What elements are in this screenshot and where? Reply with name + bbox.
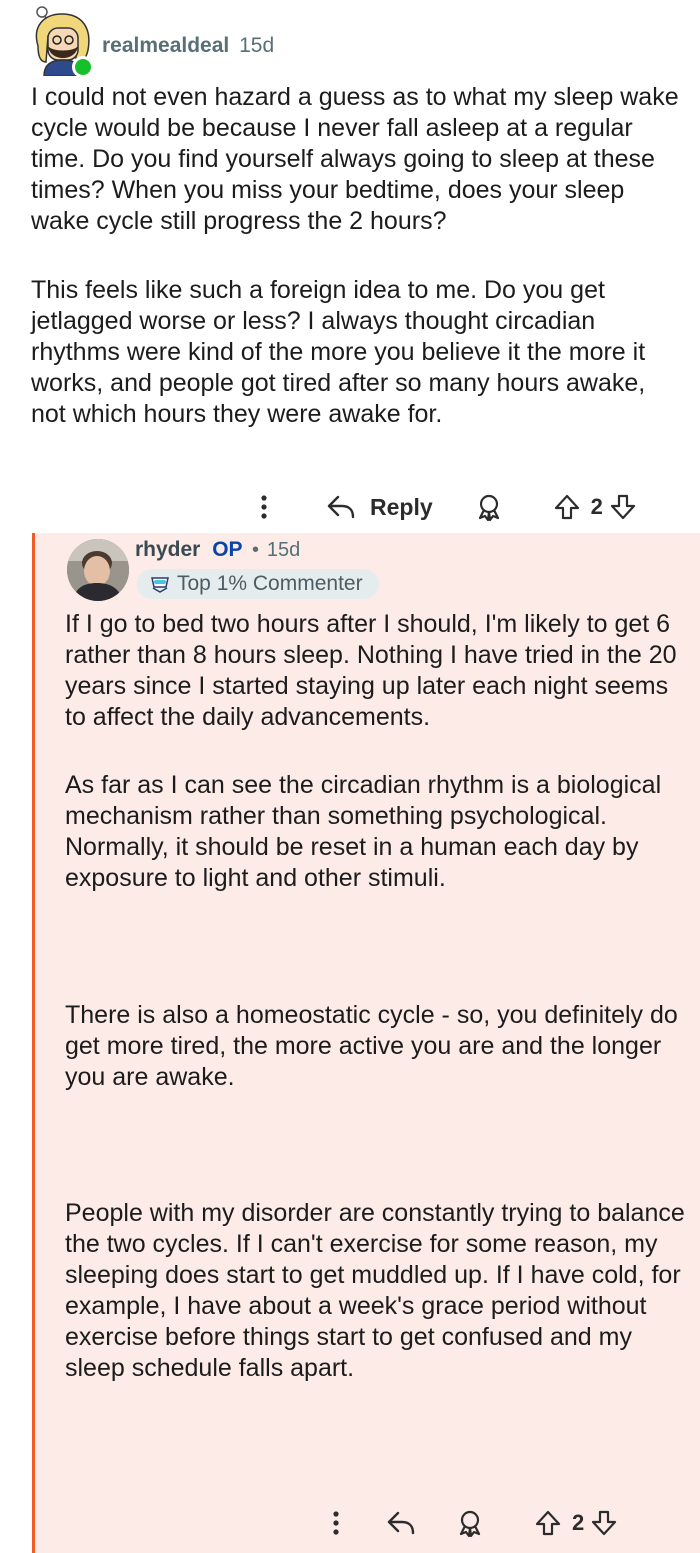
comment-action-bar: Reply 2	[250, 487, 637, 527]
comment-timestamp: 15d	[266, 539, 301, 561]
reply-button[interactable]: Reply	[326, 494, 433, 521]
more-vertical-icon	[261, 495, 267, 519]
author-username[interactable]: rhyder	[135, 538, 200, 561]
flair-label: Top 1% Commenter	[177, 572, 363, 595]
upvote-arrow-icon	[535, 1510, 561, 1536]
downvote-button[interactable]	[609, 493, 637, 521]
reply-arrow-icon	[327, 495, 355, 519]
comment-body: If I go to bed two hours after I should,…	[65, 609, 685, 1384]
comment-paragraph: As far as I can see the circadian rhythm…	[65, 771, 662, 892]
downvote-button[interactable]	[590, 1509, 618, 1537]
award-button[interactable]	[475, 493, 503, 521]
avatar[interactable]	[67, 539, 129, 601]
user-flair: Top 1% Commenter	[137, 569, 379, 599]
more-options-button[interactable]	[322, 1510, 350, 1536]
downvote-arrow-icon	[592, 1510, 617, 1536]
reply-label: Reply	[370, 493, 433, 520]
upvote-button[interactable]	[553, 493, 581, 521]
author-line: rhyder OP • 15d	[135, 538, 300, 562]
downvote-arrow-icon	[610, 494, 635, 520]
comment-body: I could not even hazard a guess as to wh…	[31, 82, 681, 468]
reply-button[interactable]	[386, 1510, 416, 1536]
op-badge: OP	[212, 538, 243, 561]
award-icon	[459, 1510, 481, 1537]
comment-paragraph: There is also a homeostatic cycle - so, …	[65, 1001, 678, 1091]
author-username[interactable]: realmealdeal	[102, 34, 229, 57]
comment-paragraph: People with my disorder are constantly t…	[65, 1199, 685, 1382]
comment-thread: realmealdeal 15d I could not even hazard…	[0, 0, 700, 1553]
vote-count: 2	[590, 494, 603, 519]
award-button[interactable]	[456, 1509, 484, 1537]
comment-paragraph: This feels like such a foreign idea to m…	[31, 276, 646, 428]
comment-paragraph: I could not even hazard a guess as to wh…	[31, 83, 679, 235]
upvote-arrow-icon	[554, 494, 579, 520]
upvote-button[interactable]	[534, 1509, 562, 1537]
more-vertical-icon	[333, 1511, 339, 1535]
vote-count: 2	[572, 1510, 585, 1535]
comment-header: realmealdeal 15d	[30, 6, 430, 80]
commenter-badge-icon	[151, 577, 169, 593]
comment-timestamp: 15d	[239, 34, 275, 57]
separator-dot: •	[252, 539, 260, 561]
reply-action-bar: 2	[322, 1503, 618, 1543]
award-icon	[478, 494, 499, 521]
comment-paragraph: If I go to bed two hours after I should,…	[65, 610, 677, 731]
more-options-button[interactable]	[250, 494, 278, 520]
author-line: realmealdeal 15d	[102, 34, 274, 58]
reply-comment: rhyder OP • 15d Top 1% Commenter If I go…	[32, 533, 700, 1553]
online-status-dot	[72, 56, 94, 78]
reply-arrow-icon	[387, 1511, 415, 1535]
